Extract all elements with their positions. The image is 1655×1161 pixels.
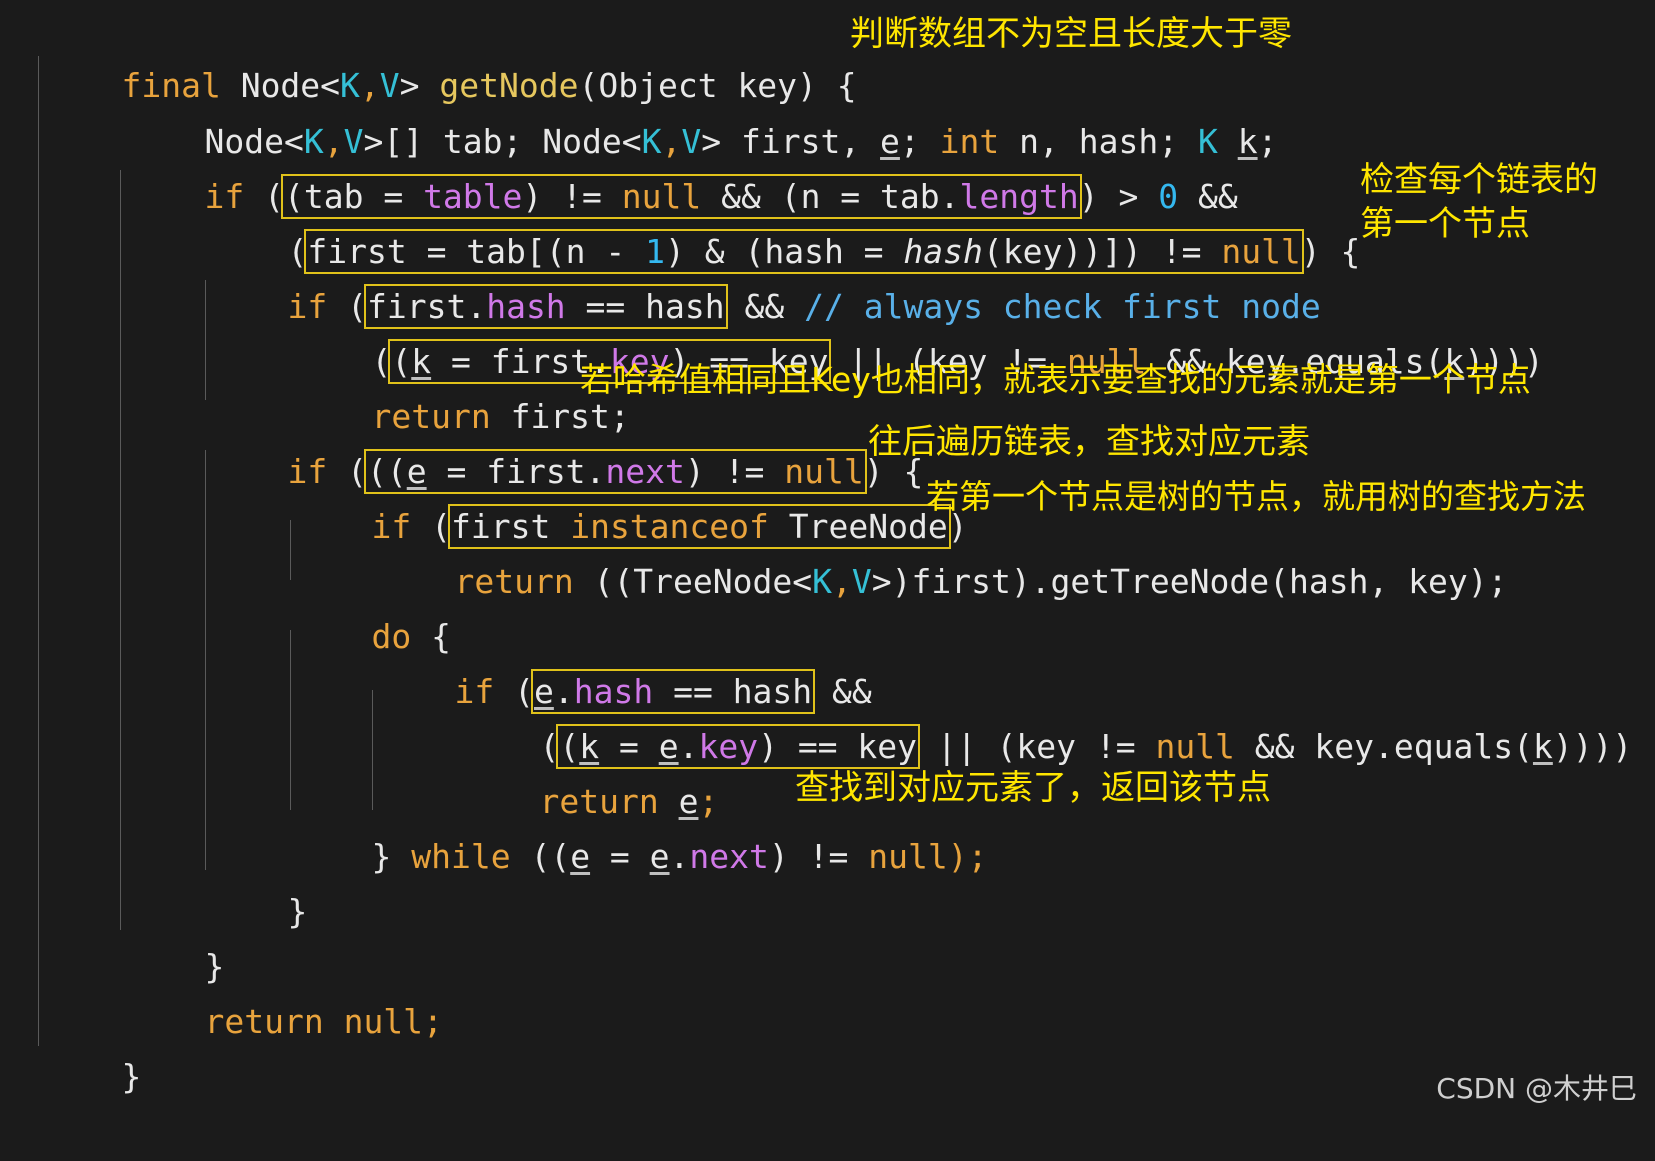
- token: ;: [1257, 122, 1278, 161]
- token: );: [947, 837, 988, 876]
- indent-guide: [38, 56, 39, 1046]
- token: ) == key: [758, 727, 918, 766]
- token: >)first).getTreeNode(hash, key);: [871, 562, 1508, 601]
- token: && key.equals(: [1234, 727, 1533, 766]
- annotation-6: 查找到对应元素了，返回该节点: [795, 768, 1271, 808]
- token: k: [1237, 122, 1258, 161]
- token: ((: [510, 837, 571, 876]
- annotation-1: 判断数组不为空且长度大于零: [850, 14, 1292, 54]
- code-line-19: }: [42, 993, 141, 1096]
- code-line-14: return e;: [460, 718, 718, 821]
- indent-guide: [120, 170, 121, 930]
- watermark: CSDN @木井巳: [1436, 1072, 1637, 1105]
- annotation-5: 若第一个节点是树的节点，就用树的查找方法: [926, 477, 1586, 516]
- token: null;: [323, 1002, 443, 1041]
- code-line-11: do {: [292, 553, 451, 656]
- code-line-6: ((k = first.key) == key || (key != null …: [292, 278, 1544, 384]
- token: )))): [1552, 727, 1633, 766]
- token: ,: [832, 562, 852, 601]
- code-line-18: return null;: [125, 938, 442, 1041]
- token: .: [669, 837, 690, 876]
- token: =: [590, 837, 650, 876]
- token: }: [371, 837, 412, 876]
- code-line-13: ((k = e.key) == key || (key != null && k…: [460, 663, 1632, 769]
- code-line-3: if ((tab = table) != null && (n = tab.le…: [125, 113, 1238, 219]
- token: }: [121, 1057, 142, 1096]
- token: while: [411, 837, 511, 876]
- token: ) !=: [768, 837, 869, 876]
- token: return: [454, 562, 574, 601]
- indent-guide: [205, 280, 206, 400]
- token: next: [689, 837, 769, 876]
- token: || (key !=: [917, 727, 1156, 766]
- annotation-2a: 检查每个链表的: [1360, 160, 1598, 200]
- token: null: [868, 837, 948, 876]
- annotation-2b: 第一个节点: [1360, 204, 1530, 244]
- code-line-9: if (first instanceof TreeNode): [292, 443, 968, 549]
- annotation-4: 往后遍历链表，查找对应元素: [868, 422, 1310, 462]
- code-line-5: if (first.hash == hash && // always chec…: [208, 223, 1321, 329]
- indent-guide: [290, 630, 291, 810]
- code-line-17: }: [125, 883, 224, 986]
- token: null: [1155, 727, 1235, 766]
- code-editor: final Node<K,V> getNode(Object key) { No…: [0, 0, 1655, 1119]
- code-line-12: if (e.hash == hash &&: [375, 608, 872, 714]
- code-line-1: final Node<K,V> getNode(Object key) {: [42, 2, 856, 105]
- token: V: [851, 562, 872, 601]
- indent-guide: [205, 450, 206, 870]
- token: return: [204, 1002, 324, 1041]
- token: k: [1532, 727, 1553, 766]
- token: ((TreeNode<: [573, 562, 813, 601]
- code-line-2: Node<K,V>[] tab; Node<K,V> first, e; int…: [125, 58, 1277, 161]
- indent-guide: [290, 520, 291, 580]
- token: e: [649, 837, 670, 876]
- code-line-16: }: [208, 828, 307, 931]
- annotation-3: 若哈希值相同且Key也相同，就表示要查找的元素就是第一个节点: [580, 360, 1531, 399]
- token: e: [570, 837, 591, 876]
- token: }: [287, 892, 308, 931]
- code-line-4: (first = tab[(n - 1) & (hash = hash(key)…: [208, 168, 1360, 274]
- token: K: [812, 562, 832, 601]
